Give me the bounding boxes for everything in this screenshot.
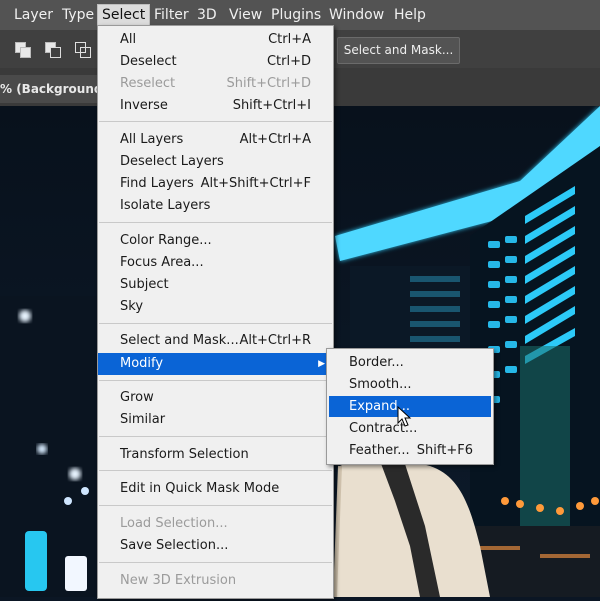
menu-select[interactable]: Select [97,4,151,26]
menu-item-reselect: Reselect Shift+Ctrl+D [98,73,333,94]
menu-separator [99,470,332,471]
menu-item-label: New 3D Extrusion [120,573,237,588]
menu-filter[interactable]: Filter [150,5,193,25]
menu-item-label: Edit in Quick Mask Mode [120,481,280,496]
submenu-item-label: Border... [349,355,404,370]
menu-item-deselect[interactable]: Deselect Ctrl+D [98,51,333,72]
menu-separator [99,121,332,122]
menu-item-sky[interactable]: Sky [98,296,333,317]
menu-item-load-selection: Load Selection... [98,513,333,534]
menu-item-label: All Layers [120,132,184,147]
menu-type[interactable]: Type [58,5,98,25]
menu-item-shortcut: Alt+Ctrl+A [239,132,311,147]
menu-item-label: Deselect Layers [120,154,224,169]
menu-item-label: Subject [120,277,169,292]
menu-item-label: Reselect [120,76,176,91]
menu-item-label: Select and Mask... [120,333,239,348]
menu-item-transform-selection[interactable]: Transform Selection [98,444,333,465]
menu-help[interactable]: Help [390,5,430,25]
menu-separator [99,380,332,381]
submenu-item-border[interactable]: Border... [327,352,493,373]
menu-item-isolate-layers[interactable]: Isolate Layers [98,195,333,216]
menu-window[interactable]: Window [325,5,388,25]
submenu-item-feather[interactable]: Feather... Shift+F6 [327,440,493,461]
menu-item-label: Modify [120,356,164,371]
menu-plugins[interactable]: Plugins [267,5,325,25]
menu-item-shortcut: Alt+Ctrl+R [239,333,311,348]
document-tab[interactable]: % (Background, [0,75,100,103]
menu-item-focus-area[interactable]: Focus Area... [98,252,333,273]
menu-separator [99,436,332,437]
menu-item-modify[interactable]: Modify ▶ [98,353,333,375]
menu-item-shortcut: Ctrl+D [266,54,311,69]
menu-item-label: Sky [120,299,144,314]
menu-item-all-layers[interactable]: All Layers Alt+Ctrl+A [98,129,333,150]
menu-item-label: Inverse [120,98,168,113]
menu-item-label: Grow [120,390,154,405]
intersect-selection-icon[interactable] [73,40,91,58]
menu-item-new-3d-extrusion: New 3D Extrusion [98,570,333,591]
submenu-item-label: Feather... [349,443,410,458]
menu-item-label: Load Selection... [120,516,228,531]
select-menu: All Ctrl+A Deselect Ctrl+D Reselect Shif… [97,25,334,599]
add-selection-icon[interactable] [43,40,61,58]
menu-separator [99,562,332,563]
submenu-item-label: Smooth... [349,377,412,392]
menu-item-shortcut: Shift+Ctrl+I [232,98,311,113]
menu-item-find-layers[interactable]: Find Layers Alt+Shift+Ctrl+F [98,173,333,194]
menu-item-label: Similar [120,412,166,427]
menu-item-label: Save Selection... [120,538,229,553]
menu-item-subject[interactable]: Subject [98,274,333,295]
menu-item-deselect-layers[interactable]: Deselect Layers [98,151,333,172]
new-selection-icon[interactable] [13,40,31,58]
menu-separator [99,505,332,506]
menu-item-label: Transform Selection [120,447,249,462]
submenu-item-shortcut: Shift+F6 [416,443,473,458]
menu-item-all[interactable]: All Ctrl+A [98,29,333,50]
menu-item-shortcut: Alt+Shift+Ctrl+F [200,176,311,191]
menu-item-shortcut: Ctrl+A [268,32,311,47]
menu-item-similar[interactable]: Similar [98,409,333,430]
select-and-mask-button[interactable]: Select and Mask... [337,37,460,64]
menu-item-label: Find Layers [120,176,194,191]
menu-view[interactable]: View [225,5,266,25]
menu-item-grow[interactable]: Grow [98,387,333,408]
menu-item-shortcut: Shift+Ctrl+D [226,76,311,91]
menu-layer[interactable]: Layer [10,5,57,25]
menu-item-label: Isolate Layers [120,198,211,213]
menu-item-save-selection[interactable]: Save Selection... [98,535,333,556]
submenu-item-smooth[interactable]: Smooth... [327,374,493,395]
menu-item-quick-mask[interactable]: Edit in Quick Mask Mode [98,478,333,499]
menu-item-label: All [120,32,137,47]
menu-item-inverse[interactable]: Inverse Shift+Ctrl+I [98,95,333,116]
menu-item-color-range[interactable]: Color Range... [98,230,333,251]
submenu-arrow-icon: ▶ [318,359,325,369]
menu-3d[interactable]: 3D [193,5,221,25]
menu-item-label: Focus Area... [120,255,204,270]
menu-item-select-and-mask[interactable]: Select and Mask... Alt+Ctrl+R [98,330,333,351]
menu-separator [99,222,332,223]
menu-separator [99,323,332,324]
menu-item-label: Deselect [120,54,177,69]
mouse-pointer-icon [397,406,412,427]
menu-item-label: Color Range... [120,233,212,248]
